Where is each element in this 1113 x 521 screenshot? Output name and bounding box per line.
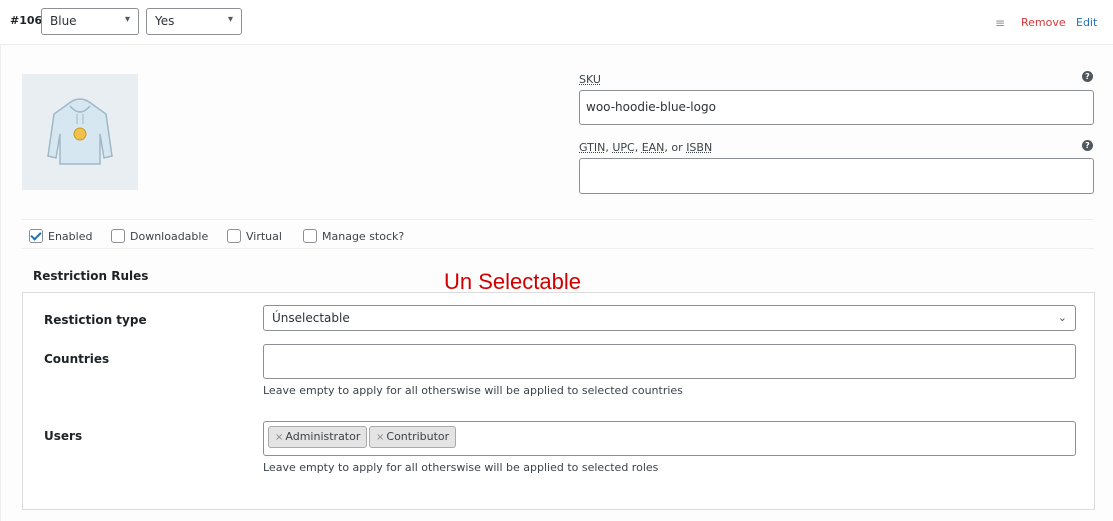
manage-stock-label: Manage stock?	[322, 229, 405, 243]
chevron-down-icon: ⌄	[1057, 311, 1067, 324]
variation-panel: SKU ? woo-hoodie-blue-logo GTIN, UPC, EA…	[0, 45, 1113, 521]
logo-attribute-select[interactable]: Yes ▾	[146, 8, 242, 35]
remove-token-icon[interactable]: ×	[376, 432, 384, 443]
manage-stock-checkbox[interactable]: Manage stock?	[303, 228, 404, 244]
checkbox-icon[interactable]	[111, 229, 125, 243]
countries-input[interactable]	[263, 344, 1076, 379]
variation-header: #106 Blue ▾ Yes ▾ ≡ Remove Edit	[0, 0, 1113, 45]
enabled-label: Enabled	[48, 229, 93, 243]
help-icon[interactable]: ?	[1082, 140, 1093, 151]
sku-input[interactable]: woo-hoodie-blue-logo	[579, 90, 1094, 125]
variation-image[interactable]	[22, 74, 138, 190]
edit-link[interactable]: Edit	[1076, 16, 1097, 29]
hoodie-image-icon	[47, 98, 113, 165]
chevron-down-icon: ▾	[124, 14, 130, 25]
color-attribute-select[interactable]: Blue ▾	[41, 8, 139, 35]
sku-value: woo-hoodie-blue-logo	[586, 100, 716, 114]
countries-help: Leave empty to apply for all otherswise …	[263, 384, 683, 397]
variation-options: Enabled Downloadable Virtual Manage stoc…	[21, 219, 1094, 249]
gtin-label: GTIN, UPC, EAN, or ISBN	[579, 141, 713, 154]
token-contributor[interactable]: × Contributor	[369, 426, 457, 448]
enabled-checkbox[interactable]: Enabled	[29, 228, 92, 244]
sku-label: SKU	[579, 73, 601, 86]
help-icon[interactable]: ?	[1082, 71, 1093, 82]
remove-link[interactable]: Remove	[1021, 16, 1066, 29]
virtual-label: Virtual	[246, 229, 282, 243]
remove-token-icon[interactable]: ×	[275, 432, 283, 443]
color-attribute-value: Blue	[50, 14, 77, 28]
virtual-checkbox[interactable]: Virtual	[227, 228, 282, 244]
downloadable-label: Downloadable	[130, 229, 209, 243]
variation-id: #106	[10, 14, 43, 27]
downloadable-checkbox[interactable]: Downloadable	[111, 228, 208, 244]
countries-label: Countries	[44, 352, 110, 366]
users-label: Users	[44, 429, 83, 443]
restriction-type-label: Restiction type	[44, 313, 147, 327]
menu-icon[interactable]: ≡	[995, 16, 1005, 30]
chevron-down-icon: ▾	[227, 14, 233, 25]
checkbox-checked-icon[interactable]	[29, 229, 43, 243]
restriction-rules-title: Restriction Rules	[33, 269, 149, 283]
checkbox-icon[interactable]	[303, 229, 317, 243]
users-input[interactable]: × Administrator × Contributor	[263, 421, 1076, 456]
gtin-input[interactable]	[579, 158, 1094, 194]
restriction-type-value: Únselectable	[272, 311, 350, 325]
checkbox-icon[interactable]	[227, 229, 241, 243]
token-administrator[interactable]: × Administrator	[268, 426, 368, 448]
restriction-type-select[interactable]: Únselectable ⌄	[263, 305, 1076, 331]
users-help: Leave empty to apply for all otherswise …	[263, 461, 659, 474]
logo-attribute-value: Yes	[155, 14, 175, 28]
restriction-rules-box: Restiction type Únselectable ⌄ Countries…	[22, 292, 1095, 510]
